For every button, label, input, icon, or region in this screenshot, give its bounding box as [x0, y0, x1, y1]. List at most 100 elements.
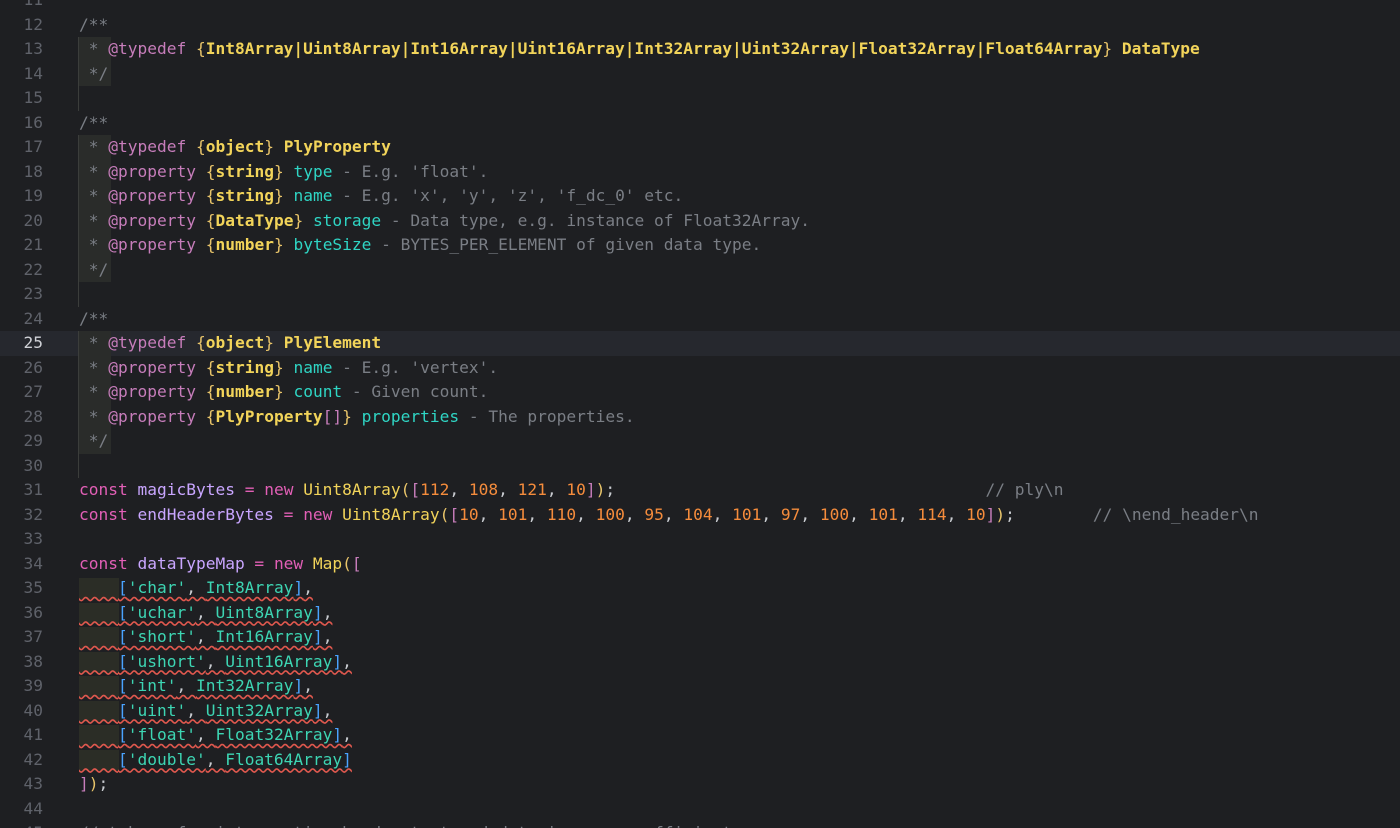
code-editor[interactable]: 1112/**13 * @typedef {Int8Array|Uint8Arr…	[0, 0, 1400, 828]
code-text[interactable]: ['char', Int8Array],	[79, 576, 313, 601]
token-str: 'ushort'	[127, 651, 206, 671]
code-line[interactable]: 31 const magicBytes = new Uint8Array([112…	[0, 478, 1400, 503]
token-comment: */	[79, 431, 109, 450]
token-br2: []	[322, 406, 343, 426]
code-line[interactable]: 17 * @typedef {object} PlyProperty	[0, 135, 1400, 160]
code-text[interactable]: const magicBytes = new Uint8Array([112, …	[79, 478, 1063, 503]
code-text[interactable]: * @typedef {object} PlyProperty	[79, 135, 391, 160]
code-text[interactable]: * @property {string} name - E.g. 'vertex…	[79, 356, 498, 381]
code-line[interactable]: 44	[0, 797, 1400, 822]
code-text[interactable]: */	[79, 62, 109, 87]
code-line[interactable]: 40 ['uint', Uint32Array],	[0, 699, 1400, 724]
code-text[interactable]: ['ushort', Uint16Array],	[79, 650, 352, 675]
code-line[interactable]: 19 * @property {string} name - E.g. 'x',…	[0, 184, 1400, 209]
code-text[interactable]: * @property {number} count - Given count…	[79, 380, 489, 405]
token-punct: ,	[849, 504, 869, 524]
code-text[interactable]: const endHeaderBytes = new Uint8Array([1…	[79, 503, 1259, 528]
code-line[interactable]: 33	[0, 527, 1400, 552]
code-text[interactable]: /**	[79, 111, 108, 136]
code-line[interactable]: 28 * @property {PlyProperty[]} propertie…	[0, 404, 1400, 430]
token-op: =	[234, 480, 265, 499]
code-text[interactable]: ['double', Float64Array]	[79, 748, 352, 773]
code-line[interactable]: 32 const endHeaderBytes = new Uint8Array(…	[0, 503, 1400, 528]
code-line[interactable]: 20 * @property {DataType} storage - Data…	[0, 208, 1400, 234]
code-text[interactable]: * @property {DataType} storage - Data ty…	[79, 209, 810, 234]
token-comment	[196, 186, 206, 205]
code-line[interactable]: 24 /**	[0, 307, 1400, 332]
code-line[interactable]: 16 /**	[0, 111, 1400, 136]
code-line[interactable]: 43]);	[0, 772, 1400, 797]
token-type: string	[215, 161, 274, 181]
token-punct: ,	[205, 651, 226, 671]
code-line[interactable]: 36 ['uchar', Uint8Array],	[0, 601, 1400, 626]
code-text[interactable]: /**	[79, 307, 108, 332]
code-line[interactable]: 11	[0, 0, 1400, 13]
token-punct: ,	[322, 627, 333, 646]
code-text[interactable]: * @typedef {Int8Array|Uint8Array|Int16Ar…	[79, 37, 1200, 62]
code-line[interactable]: 13 * @typedef {Int8Array|Uint8Array|Int1…	[0, 37, 1400, 62]
token-comment: *	[79, 39, 109, 58]
token-tag: @typedef	[108, 39, 187, 58]
token-desc: - The properties.	[459, 406, 635, 426]
code-line[interactable]: 45 // tokens for interpreting header text…	[0, 821, 1400, 828]
token-comment	[196, 162, 206, 181]
token-type: string	[215, 186, 274, 205]
code-line[interactable]: 34 const dataTypeMap = new Map([	[0, 552, 1400, 577]
code-line[interactable]: 27 * @property {number} count - Given co…	[0, 380, 1400, 405]
code-line[interactable]: 21 * @property {number} byteSize - BYTES…	[0, 233, 1400, 258]
token-punct: ,	[498, 480, 518, 499]
token-punct: ;	[1005, 504, 1015, 524]
code-text[interactable]: */	[79, 258, 109, 283]
code-text[interactable]: * @property {string} type - E.g. 'float'…	[79, 160, 489, 185]
code-line[interactable]: 37 ['short', Int16Array],	[0, 625, 1400, 650]
line-number: 37	[23, 627, 44, 646]
code-line[interactable]: 23	[0, 282, 1400, 307]
code-line[interactable]: 39 ['int', Int32Array],	[0, 674, 1400, 699]
token-brace: {	[205, 406, 216, 426]
token-punct: ,	[449, 480, 469, 499]
code-text[interactable]: /**	[79, 13, 108, 38]
code-line[interactable]: 42 ['double', Float64Array]	[0, 748, 1400, 773]
code-line[interactable]: 41 ['float', Float32Array],	[0, 723, 1400, 748]
code-text[interactable]: * @property {string} name - E.g. 'x', 'y…	[79, 184, 684, 209]
code-line[interactable]: 38 ['ushort', Uint16Array],	[0, 650, 1400, 675]
code-line[interactable]: 25 * @typedef {object} PlyElement	[0, 331, 1400, 356]
token-punct	[79, 627, 118, 646]
token-desc: - E.g. 'vertex'.	[332, 357, 499, 377]
code-text[interactable]: ['float', Float32Array],	[79, 723, 352, 748]
code-line[interactable]: 15	[0, 86, 1400, 111]
code-text[interactable]: ['short', Int16Array],	[79, 625, 332, 650]
code-line[interactable]: 30	[0, 453, 1400, 478]
code-line[interactable]: 35 ['char', Int8Array],	[0, 576, 1400, 601]
code-line[interactable]: 12 /**	[0, 13, 1400, 38]
token-type: PlyProperty	[215, 406, 323, 426]
code-text[interactable]: */	[79, 429, 109, 454]
code-text[interactable]: ]);	[79, 772, 108, 797]
code-text[interactable]: ['uint', Uint32Array],	[79, 699, 332, 724]
token-brace: }	[273, 235, 284, 254]
token-punct: ,	[761, 504, 781, 524]
code-line[interactable]: 14 */	[0, 61, 1400, 87]
token-comment	[196, 382, 206, 401]
line-number: 23	[23, 284, 44, 303]
token-str: 'char'	[127, 578, 187, 597]
token-punct: ,	[322, 602, 333, 622]
token-type: Int8Array|Uint8Array|Int16Array|Uint16Ar…	[205, 39, 1103, 58]
code-line[interactable]: 29 */	[0, 429, 1400, 454]
token-br3: ]	[293, 676, 304, 695]
code-line[interactable]: 18 * @property {string} type - E.g. 'flo…	[0, 159, 1400, 185]
code-text[interactable]: * @property {PlyProperty[]} properties -…	[79, 405, 635, 430]
code-text[interactable]: const dataTypeMap = new Map([	[79, 552, 362, 577]
indent-guide	[78, 282, 79, 307]
code-text[interactable]: * @typedef {object} PlyElement	[79, 331, 381, 356]
token-desc: - Data type, e.g. instance of Float32Arr…	[381, 210, 810, 230]
code-text[interactable]: ['int', Int32Array],	[79, 674, 313, 699]
line-number: 19	[23, 186, 44, 205]
code-text[interactable]: // tokens for interpreting header text a…	[79, 821, 771, 828]
code-text[interactable]: * @property {number} byteSize - BYTES_PE…	[79, 233, 762, 258]
token-brace: {	[195, 39, 206, 58]
token-num: 121	[517, 480, 547, 499]
code-text[interactable]: ['uchar', Uint8Array],	[79, 601, 332, 626]
code-line[interactable]: 26 * @property {string} name - E.g. 'ver…	[0, 355, 1400, 381]
code-line[interactable]: 22 */	[0, 257, 1400, 283]
